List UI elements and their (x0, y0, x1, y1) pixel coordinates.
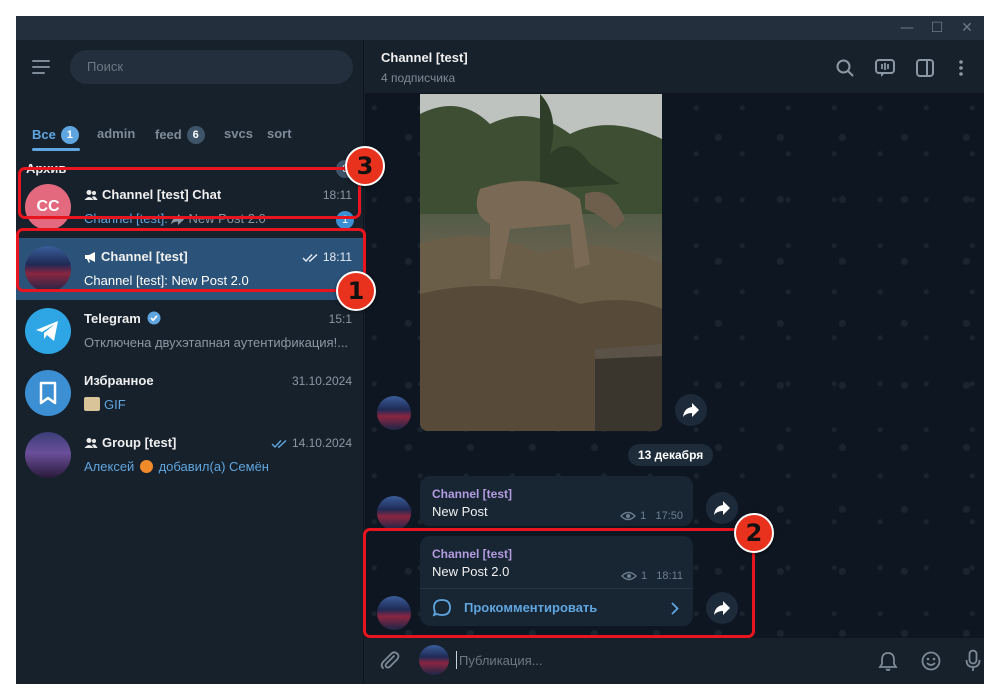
bookmark-icon (25, 370, 71, 416)
message-text: New Post (432, 504, 488, 519)
message-input[interactable]: Публикация... (459, 653, 542, 668)
search-placeholder: Поиск (87, 59, 124, 74)
forward-button[interactable] (706, 492, 738, 524)
message-bubble[interactable]: Channel [test] New Post 1 17:50 (420, 476, 693, 526)
chat-item-saved-messages[interactable]: Избранное 31.10.2024 GIF (16, 362, 364, 424)
group-icon (84, 438, 98, 448)
step-marker-1: 1 (336, 271, 376, 311)
hamburger-menu-icon[interactable] (32, 60, 54, 76)
chat-preview: Отключена двухэтапная аутентификация!... (84, 335, 349, 350)
search-input[interactable]: Поиск (70, 50, 353, 84)
chat-name: Избранное (84, 373, 154, 388)
forward-icon (683, 403, 699, 417)
channel-avatar[interactable] (377, 396, 411, 430)
tab-feed[interactable]: feed 6 (155, 126, 205, 144)
unread-badge: 1 (60, 126, 79, 144)
chat-sender: Алексей (84, 459, 135, 474)
chat-time: 14.10.2024 (291, 436, 352, 450)
tab-sort[interactable]: sort (267, 126, 292, 141)
photo-message[interactable] (420, 94, 662, 431)
chat-name: Group [test] (102, 435, 177, 450)
emoji-icon[interactable] (920, 650, 942, 672)
views-eye-icon (620, 511, 637, 521)
view-count: 1 (640, 510, 647, 522)
minimize-button[interactable]: — (892, 18, 922, 38)
sidebar: Поиск Все1 admin feed6 svcs sort Архив 6… (16, 40, 364, 684)
double-check-icon (271, 439, 287, 449)
chat-title: Channel [test] (381, 50, 468, 65)
send-as-avatar[interactable] (419, 645, 449, 675)
maximize-button[interactable]: ☐ (922, 18, 952, 38)
tab-admin[interactable]: admin (97, 126, 135, 141)
search-icon[interactable] (834, 57, 856, 79)
more-options-icon[interactable] (950, 57, 972, 79)
chat-preview: GIF (104, 397, 126, 412)
chat-item-group-test[interactable]: Group [test] 14.10.2024 Алексей добавил(… (16, 424, 364, 486)
channel-avatar[interactable] (377, 496, 411, 530)
microphone-icon[interactable] (965, 649, 981, 673)
tab-svcs[interactable]: svcs (224, 126, 253, 141)
step-marker-3: 3 (345, 146, 385, 186)
gif-thumbnail-icon (84, 397, 100, 411)
composer: Публикация... (365, 638, 984, 684)
highlight-box-channel (16, 228, 366, 292)
chat-time: 31.10.2024 (291, 374, 352, 388)
close-button[interactable]: ✕ (952, 18, 982, 38)
chat-time: 15:1 (328, 312, 352, 326)
chat-header[interactable]: Channel [test] 4 подписчика (365, 40, 984, 94)
chat-name: Telegram (84, 311, 141, 326)
attach-paperclip-icon[interactable] (379, 650, 401, 672)
message-author: Channel [test] (432, 487, 513, 501)
notification-bell-icon[interactable] (877, 650, 899, 672)
chat-preview: добавил(а) Семён (158, 459, 269, 474)
message-time: 17:50 (655, 510, 683, 522)
chat-subtitle: 4 подписчика (381, 71, 456, 85)
active-tab-indicator (32, 148, 80, 151)
forward-icon (714, 501, 730, 515)
deer-photo-icon (420, 94, 662, 431)
title-bar: — ☐ ✕ (16, 16, 984, 40)
text-cursor (456, 651, 457, 669)
tab-all[interactable]: Все 1 (32, 126, 79, 144)
forward-button[interactable] (675, 394, 707, 426)
step-marker-2: 2 (734, 513, 774, 553)
highlight-box-chat (18, 167, 361, 219)
highlight-box-message (363, 528, 755, 638)
telegram-logo-icon (25, 308, 71, 354)
unread-badge: 6 (186, 126, 205, 144)
avatar (25, 432, 71, 478)
date-separator: 13 декабря (628, 444, 714, 466)
verified-badge-icon (147, 311, 161, 325)
live-stream-icon[interactable] (874, 57, 896, 79)
sidebar-toggle-icon[interactable] (914, 57, 936, 79)
peach-emoji-icon (139, 460, 153, 473)
chat-item-telegram[interactable]: Telegram 15:1 Отключена двухэтапная ауте… (16, 300, 364, 362)
